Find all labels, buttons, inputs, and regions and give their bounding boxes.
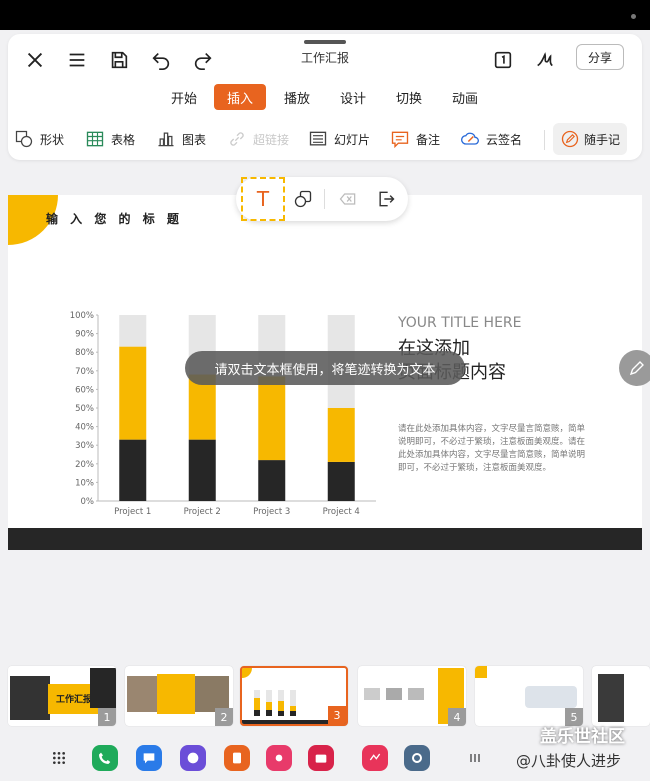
slide-thumbnail-strip: 工作汇报 1 2 3 4 5 <box>0 662 650 730</box>
floating-toolbar: T <box>236 177 408 221</box>
y-tick-label: 20% <box>75 460 94 470</box>
bar-segment <box>119 346 147 440</box>
thumbnail-5[interactable]: 5 <box>475 666 583 726</box>
bar-segment <box>188 439 216 501</box>
thumbnail-4[interactable]: 4 <box>358 666 466 726</box>
tab-animation[interactable]: 动画 <box>440 84 490 110</box>
apps-grid-icon[interactable] <box>46 745 72 771</box>
shape-convert-icon[interactable] <box>288 184 318 214</box>
tab-play[interactable]: 播放 <box>272 84 322 110</box>
thumbnail-4-number: 4 <box>448 708 466 726</box>
thumbnail-1-number: 1 <box>98 708 116 726</box>
tab-design[interactable]: 设计 <box>328 84 378 110</box>
pen-circle-icon <box>561 130 579 148</box>
y-tick-label: 30% <box>75 441 94 451</box>
status-bar <box>0 0 650 30</box>
table-tool[interactable]: 表格 <box>85 124 135 154</box>
slide-body-text[interactable]: 请在此处添加具体内容，文字尽量言简意赅，简单说明即可，不必过于繁琐，注意板面美观… <box>398 423 588 475</box>
chart-tool[interactable]: 图表 <box>156 124 206 154</box>
tab-insert[interactable]: 插入 <box>214 84 266 110</box>
toolbar-divider <box>544 130 545 150</box>
thumbnail-1[interactable]: 工作汇报 1 <box>8 666 116 726</box>
slide-heading-en[interactable]: YOUR TITLE HERE <box>398 315 522 331</box>
share-button[interactable]: 分享 <box>576 44 624 70</box>
notes-app-icon[interactable] <box>362 745 388 771</box>
y-tick-label: 60% <box>75 385 94 395</box>
toast-message: 请双击文本框使用，将笔迹转换为文本 <box>185 351 465 385</box>
thumbnail-3-number: 3 <box>328 706 346 724</box>
page-count-icon[interactable] <box>488 45 518 75</box>
eraser-icon[interactable] <box>333 184 363 214</box>
shape-icon <box>15 130 33 148</box>
text-convert-button[interactable]: T <box>241 177 285 221</box>
cloud-sign-icon <box>461 132 479 145</box>
exit-icon[interactable] <box>371 184 401 214</box>
y-tick-label: 100% <box>70 311 94 321</box>
camera-app-icon[interactable] <box>308 745 334 771</box>
x-tick-label: Project 4 <box>323 507 360 517</box>
floating-toolbar-divider <box>324 189 325 209</box>
edit-pen-fab[interactable] <box>619 350 650 386</box>
pencil-icon <box>629 361 644 376</box>
y-tick-label: 0% <box>81 497 95 507</box>
office-app-icon[interactable] <box>224 745 250 771</box>
x-tick-label: Project 1 <box>114 507 151 517</box>
pen-notes-button[interactable]: 随手记 <box>553 123 627 155</box>
tab-transition[interactable]: 切换 <box>384 84 434 110</box>
y-tick-label: 80% <box>75 348 94 358</box>
thumbnail-2[interactable]: 2 <box>125 666 233 726</box>
internet-app-icon[interactable] <box>180 745 206 771</box>
insert-tools: 形状 表格 图表 超链接 幻灯片 备注 云签名 <box>8 124 642 154</box>
slide-tool[interactable]: 幻灯片 <box>308 124 370 154</box>
gallery-app-icon[interactable] <box>266 745 292 771</box>
top-toolbar: 工作汇报 分享 开始 插入 播放 设计 切换 动画 形状 表格 图表 超链接 幻… <box>8 34 642 160</box>
y-tick-label: 90% <box>75 330 94 340</box>
thumbnail-3[interactable]: 3 <box>240 666 348 726</box>
slide-footer-bar <box>8 528 642 550</box>
phone-app-icon[interactable] <box>92 745 118 771</box>
bar-segment <box>327 408 355 462</box>
handwriting-icon[interactable] <box>530 45 560 75</box>
slide-title[interactable]: 输 入 您 的 标 题 <box>46 210 183 227</box>
stacked-bar-chart[interactable]: 0% 10% 20% 30% 40% 50% 60% 70% 80% 90% 100% Project… <box>48 303 378 525</box>
table-icon <box>86 131 104 147</box>
bar-segment <box>119 439 147 501</box>
bar-segment <box>258 460 286 501</box>
watermark-user: @八卦使人进步 <box>516 752 622 770</box>
x-tick-label: Project 2 <box>184 507 221 517</box>
bar-segment <box>119 315 147 347</box>
y-tick-label: 50% <box>75 404 94 414</box>
tab-start[interactable]: 开始 <box>160 84 208 110</box>
y-tick-label: 40% <box>75 423 94 433</box>
hyperlink-tool[interactable]: 超链接 <box>227 124 289 154</box>
messages-app-icon[interactable] <box>136 745 162 771</box>
y-tick-label: 70% <box>75 367 94 377</box>
ribbon-tabs: 开始 插入 播放 设计 切换 动画 <box>8 84 642 110</box>
bar-segment <box>258 376 286 461</box>
note-icon <box>391 131 409 149</box>
watermark-community: 盖乐世社区 <box>540 727 625 747</box>
shape-tool[interactable]: 形状 <box>14 124 64 154</box>
x-tick-label: Project 3 <box>253 507 290 517</box>
camera-dot <box>631 14 636 19</box>
thumbnail-6[interactable] <box>592 666 650 726</box>
drag-handle[interactable] <box>304 40 346 44</box>
bar-segment <box>327 461 355 501</box>
thumbnail-2-number: 2 <box>215 708 233 726</box>
cloud-sign-tool[interactable]: 云签名 <box>460 124 522 154</box>
link-icon <box>230 132 244 146</box>
note-tool[interactable]: 备注 <box>390 124 440 154</box>
recent-apps-icon[interactable] <box>462 745 488 771</box>
thumbnail-1-title: 工作汇报 <box>56 695 93 705</box>
slide-icon <box>309 131 327 146</box>
y-tick-label: 10% <box>75 478 94 488</box>
settings-app-icon[interactable] <box>404 745 430 771</box>
bar-chart-icon <box>158 132 174 147</box>
